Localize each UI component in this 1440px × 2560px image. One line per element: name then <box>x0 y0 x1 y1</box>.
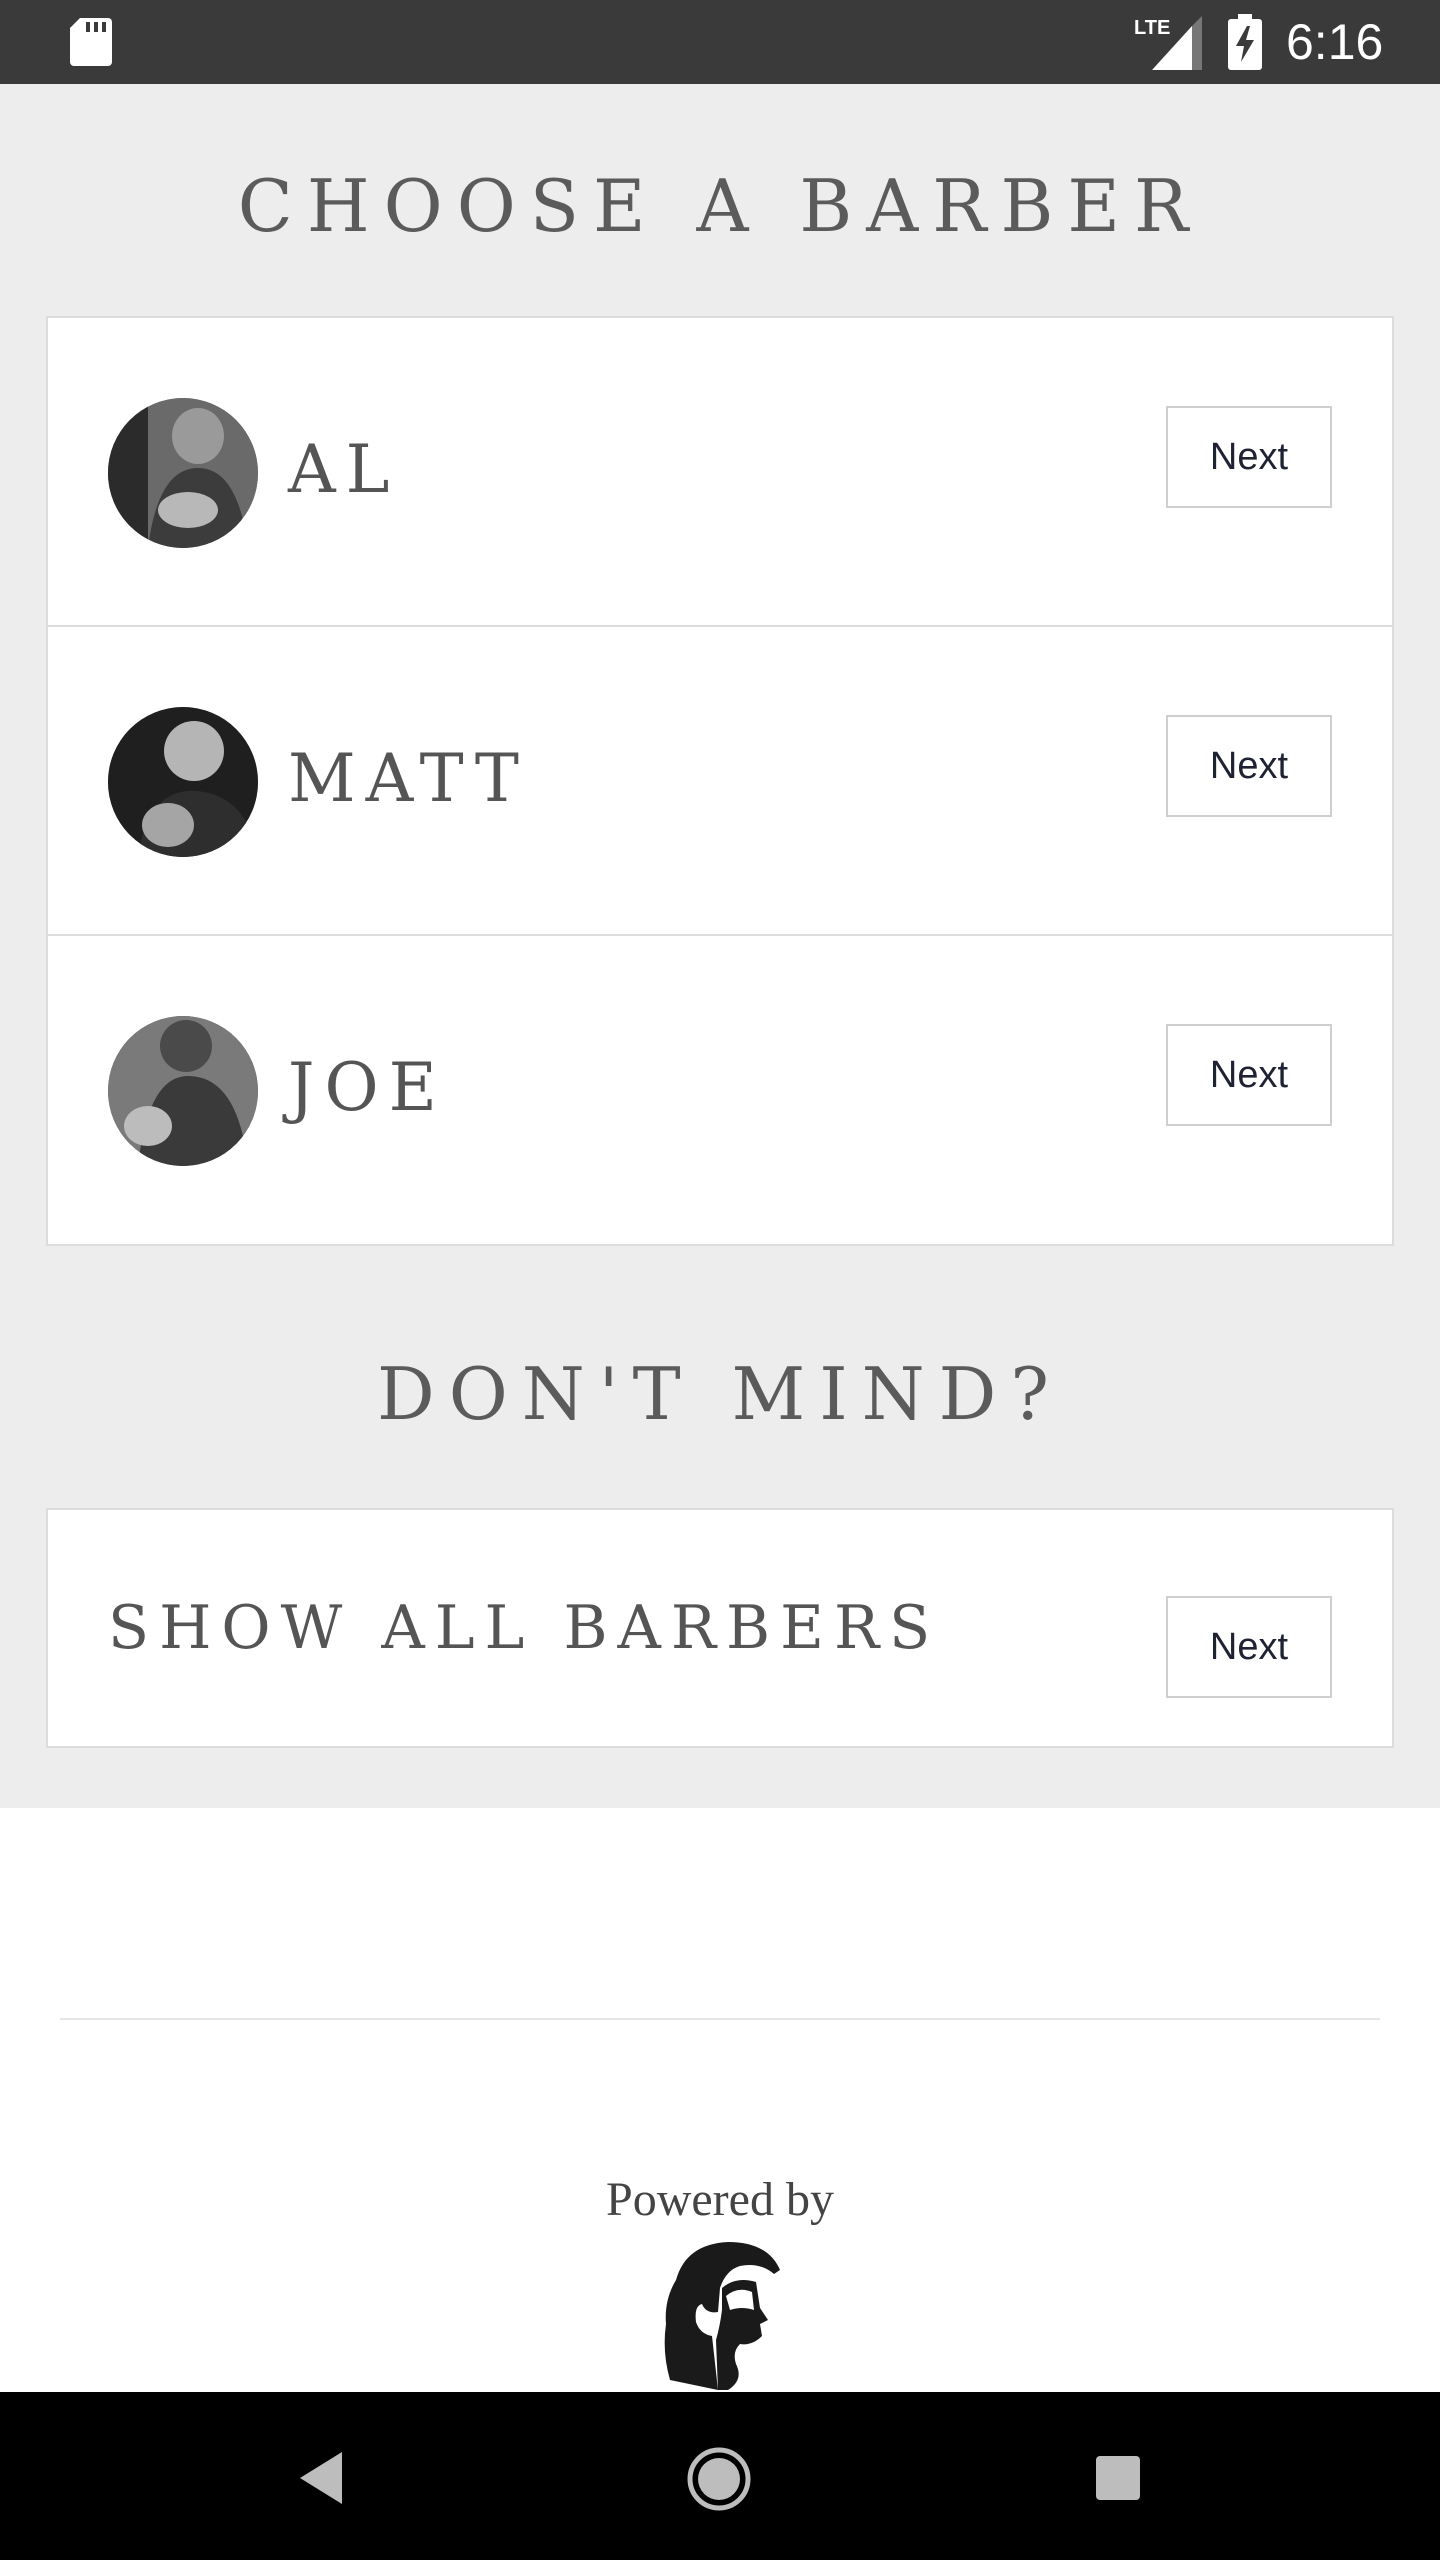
powered-by-text: Powered by <box>606 2173 834 2226</box>
next-button-show-all[interactable]: Next <box>1166 1596 1332 1698</box>
show-all-barbers-card: SHOW ALL BARBERS Next <box>46 1508 1394 1748</box>
barber-name: AL <box>288 431 400 508</box>
home-icon[interactable] <box>686 2446 752 2512</box>
status-bar: LTE 6:16 <box>0 0 1440 84</box>
next-button-joe[interactable]: Next <box>1166 1024 1332 1126</box>
barber-name: MATT <box>288 740 529 817</box>
bearded-man-logo-icon[interactable] <box>656 2240 786 2390</box>
barber-avatar-al <box>108 398 258 548</box>
back-icon[interactable] <box>296 2450 346 2506</box>
barber-row-joe: JOE Next <box>48 936 1392 1245</box>
svg-text:LTE: LTE <box>1134 17 1170 39</box>
barber-photo-icon <box>108 398 258 548</box>
choose-barber-heading: CHOOSE A BARBER <box>237 164 1203 248</box>
navigation-bar <box>0 2392 1440 2560</box>
clock: 6:16 <box>1286 14 1384 70</box>
lte-signal-icon: LTE <box>1134 16 1202 70</box>
barber-avatar-joe <box>108 1016 258 1166</box>
barber-row-al: AL Next <box>48 318 1392 627</box>
barber-photo-icon <box>108 1016 258 1166</box>
footer: Powered by <box>0 1808 1440 2392</box>
show-all-barbers-label: SHOW ALL BARBERS <box>108 1593 941 1663</box>
barber-list: AL Next MATT Next JOE Next <box>46 316 1394 1246</box>
barber-name: JOE <box>288 1049 447 1126</box>
dont-mind-heading: DON'T MIND? <box>377 1352 1063 1436</box>
barber-photo-icon <box>108 707 258 857</box>
next-button-matt[interactable]: Next <box>1166 715 1332 817</box>
next-button-al[interactable]: Next <box>1166 406 1332 508</box>
barber-avatar-matt <box>108 707 258 857</box>
barber-row-matt: MATT Next <box>48 627 1392 936</box>
main-content: CHOOSE A BARBER AL Next MATT Next JOE Ne… <box>0 84 1440 1808</box>
footer-divider <box>60 2018 1380 2020</box>
recents-icon[interactable] <box>1096 2456 1140 2500</box>
sd-card-icon <box>70 18 112 66</box>
battery-charging-icon <box>1228 14 1262 70</box>
